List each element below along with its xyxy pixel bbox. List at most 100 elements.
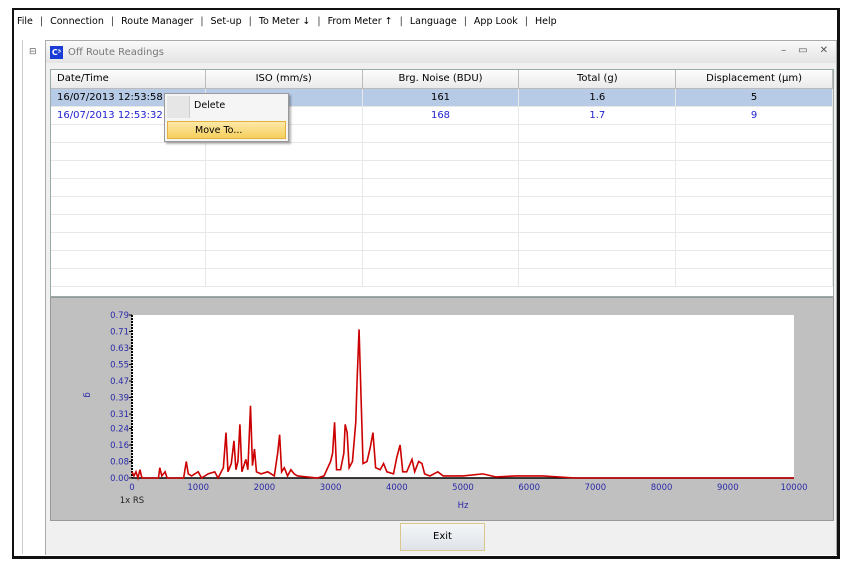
table-cell: [206, 215, 363, 232]
table-cell: [51, 233, 206, 250]
table-cell: [363, 179, 520, 196]
table-cell: [363, 125, 520, 142]
column-header-brg-noise[interactable]: Brg. Noise (BDU): [363, 70, 520, 88]
y-axis-label: g: [82, 392, 92, 397]
table-cell: [519, 215, 677, 232]
x-tick-label: 10000: [780, 483, 807, 493]
plot-area: [132, 315, 794, 478]
app-icon: C³: [50, 45, 63, 59]
minimize-button[interactable]: –: [781, 45, 786, 56]
menu-item-file[interactable]: File: [14, 16, 36, 27]
table-header: Date/Time ISO (mm/s) Brg. Noise (BDU) To…: [51, 70, 833, 89]
x-tick-label: 3000: [320, 483, 342, 493]
tree-expand-toggle[interactable]: ⊟: [29, 47, 37, 57]
table-cell: 9: [676, 107, 833, 124]
table-cell: 168: [363, 107, 520, 124]
column-header-datetime[interactable]: Date/Time: [51, 70, 206, 88]
menu-item-from-meter[interactable]: From Meter ↑: [325, 16, 396, 27]
menu-item-delete[interactable]: Delete: [167, 97, 286, 115]
table-cell: [519, 233, 677, 250]
maximize-button[interactable]: ▭: [798, 45, 807, 56]
table-row[interactable]: [51, 179, 833, 197]
table-cell: [363, 233, 520, 250]
menu-item-route-manager[interactable]: Route Manager: [118, 16, 196, 27]
table-cell: [206, 179, 363, 196]
menu-separator: |: [463, 15, 467, 27]
table-cell: 161: [363, 89, 520, 106]
y-tick-label: 0.55: [110, 361, 129, 371]
column-header-iso[interactable]: ISO (mm/s): [206, 70, 363, 88]
x-marker-label: 1x RS: [120, 496, 144, 506]
table-cell: [519, 197, 677, 214]
table-row[interactable]: [51, 197, 833, 215]
table-cell: [519, 125, 677, 142]
table-cell: [206, 161, 363, 178]
table-row[interactable]: [51, 251, 833, 269]
table-cell: [51, 179, 206, 196]
table-cell: [676, 125, 833, 142]
y-tick-label: 0.39: [110, 394, 129, 404]
table-cell: [206, 197, 363, 214]
table-cell: [363, 251, 520, 268]
table-cell: [51, 215, 206, 232]
table-cell: [676, 269, 833, 286]
table-cell: [676, 197, 833, 214]
menu-item-move-to[interactable]: Move To...: [167, 121, 286, 139]
x-tick-label: 0: [129, 483, 134, 493]
menu-item-connection[interactable]: Connection: [47, 16, 107, 27]
menu-separator: |: [524, 15, 528, 27]
exit-button[interactable]: Exit: [400, 523, 485, 551]
table-cell: [676, 143, 833, 160]
table-row[interactable]: [51, 161, 833, 179]
y-tick-label: 0.16: [110, 441, 129, 451]
y-tick-label: 0.47: [110, 377, 129, 387]
table-row[interactable]: [51, 233, 833, 251]
y-tick-label: 0.31: [110, 410, 129, 420]
menu-item-app-look[interactable]: App Look: [471, 16, 521, 27]
table-cell: [519, 269, 677, 286]
table-cell: [206, 143, 363, 160]
menu-item-set-up[interactable]: Set-up: [208, 16, 245, 27]
x-tick-label: 1000: [187, 483, 209, 493]
x-axis-label: Hz: [458, 501, 469, 511]
table-cell: [51, 197, 206, 214]
y-tick-label: 0.24: [110, 424, 129, 434]
table-cell: [676, 233, 833, 250]
table-cell: [519, 143, 677, 160]
table-cell: [51, 251, 206, 268]
table-cell: [676, 161, 833, 178]
y-tick-label: 0.71: [110, 328, 129, 338]
y-tick-label: 0.08: [110, 457, 129, 467]
table-cell: [676, 251, 833, 268]
spectrum-chart: 0.00 0.08 0.16 0.24 0.31 0.39 0.47 0.55 0.63 0.71…: [82, 311, 808, 511]
menu-separator: |: [399, 15, 403, 27]
x-tick-label: 5000: [452, 483, 474, 493]
menu-item-help[interactable]: Help: [532, 16, 560, 27]
table-cell: [206, 269, 363, 286]
column-header-displacement[interactable]: Displacement (µm): [676, 70, 833, 88]
table-cell: [676, 215, 833, 232]
y-tick-label: 0.00: [110, 474, 129, 484]
table-row[interactable]: [51, 269, 833, 287]
close-button[interactable]: ✕: [820, 45, 828, 56]
table-cell: [519, 179, 677, 196]
button-bar: Exit: [46, 521, 836, 555]
column-header-total[interactable]: Total (g): [519, 70, 677, 88]
table-row[interactable]: [51, 143, 833, 161]
table-row[interactable]: [51, 215, 833, 233]
x-tick-label: 6000: [518, 483, 540, 493]
menu-item-to-meter[interactable]: To Meter ↓: [256, 16, 314, 27]
menu-separator: |: [248, 15, 252, 27]
table-cell: [519, 161, 677, 178]
x-tick-label: 2000: [254, 483, 276, 493]
table-cell: [363, 269, 520, 286]
menu-item-language[interactable]: Language: [407, 16, 460, 27]
x-tick-label: 4000: [386, 483, 408, 493]
menu-separator: |: [317, 15, 321, 27]
y-tick-label: 0.79: [110, 311, 129, 321]
table-cell: [206, 251, 363, 268]
menu-bar: File | Connection | Route Manager | Set-up | To …: [14, 12, 560, 30]
x-tick-label: 9000: [717, 483, 739, 493]
title-bar[interactable]: C³ Off Route Readings – ▭ ✕: [46, 41, 836, 63]
context-menu: Delete Move To...: [164, 93, 289, 142]
